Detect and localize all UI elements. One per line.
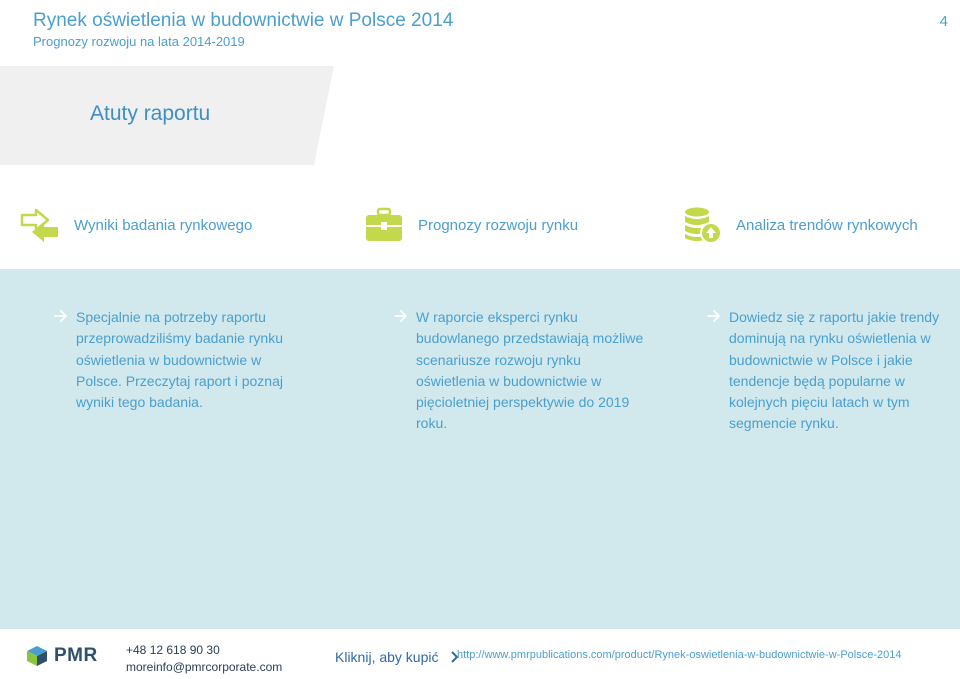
- section-banner: Atuty raportu: [0, 66, 334, 165]
- arrows-exchange-icon: [20, 205, 60, 245]
- cube-logo-icon: [27, 646, 47, 666]
- content-panel: Specjalnie na potrzeby raportu przeprowa…: [0, 269, 960, 629]
- section-title: Atuty raportu: [90, 102, 211, 125]
- briefcase-icon: [364, 205, 404, 245]
- feature-market-research: Wyniki badania rynkowego: [20, 200, 252, 250]
- column-research: Specjalnie na potrzeby raportu przeprowa…: [54, 307, 306, 413]
- feature-forecasts: Prognozy rozwoju rynku: [364, 200, 578, 250]
- column-text: Dowiedz się z raportu jakie trendy domin…: [729, 309, 940, 432]
- buy-link[interactable]: Kliknij, aby kupić: [335, 649, 459, 665]
- column-trends: Dowiedz się z raportu jakie trendy domin…: [707, 307, 959, 435]
- feature-label: Analiza trendów rynkowych: [736, 216, 918, 234]
- column-text: W raporcie eksperci rynku budowlanego pr…: [416, 309, 644, 432]
- page-header: Rynek oświetlenia w budownictwie w Polsc…: [0, 0, 960, 62]
- database-upload-icon: [682, 205, 722, 245]
- arrow-right-icon: [54, 307, 68, 325]
- contact-phone: +48 12 618 90 30: [126, 643, 220, 657]
- logo-text: PMR: [54, 645, 98, 666]
- report-subtitle: Prognozy rozwoju na lata 2014-2019: [33, 34, 245, 49]
- column-forecasts: W raporcie eksperci rynku budowlanego pr…: [394, 307, 646, 435]
- feature-label: Prognozy rozwoju rynku: [418, 216, 579, 234]
- page-number: 4: [939, 13, 948, 30]
- feature-label: Wyniki badania rynkowego: [74, 216, 253, 234]
- product-url-link[interactable]: http://www.pmrpublications.com/product/R…: [457, 649, 901, 661]
- features-row: Wyniki badania rynkowego Prognozy rozwoj…: [0, 200, 960, 250]
- report-title: Rynek oświetlenia w budownictwie w Polsc…: [33, 10, 454, 31]
- page-footer: PMR +48 12 618 90 30 moreinfo@pmrcorpora…: [0, 629, 960, 679]
- contact-email[interactable]: moreinfo@pmrcorporate.com: [126, 660, 282, 674]
- arrow-right-icon: [707, 307, 721, 325]
- pmr-logo: PMR: [26, 645, 98, 667]
- arrow-right-icon: [394, 307, 408, 325]
- feature-trend-analysis: Analiza trendów rynkowych: [682, 200, 918, 250]
- column-text: Specjalnie na potrzeby raportu przeprowa…: [76, 309, 283, 411]
- buy-label: Kliknij, aby kupić: [335, 649, 439, 665]
